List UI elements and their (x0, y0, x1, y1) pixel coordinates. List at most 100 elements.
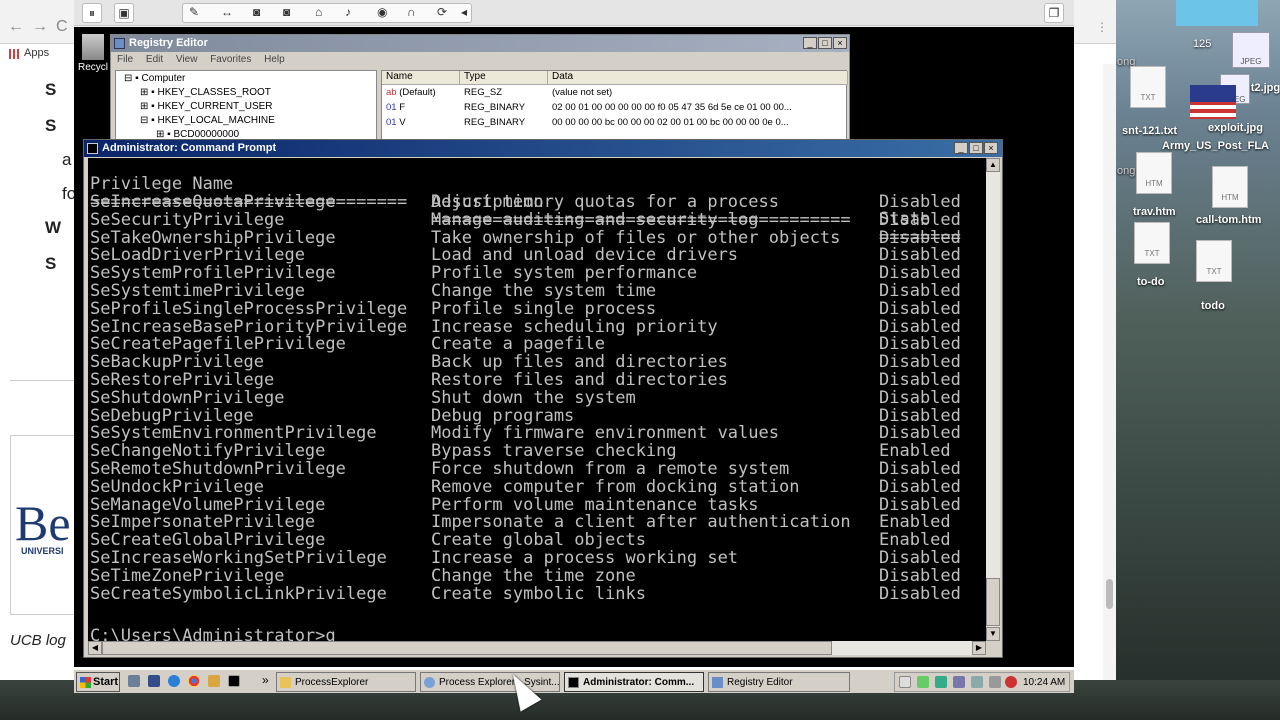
ie-icon[interactable] (168, 675, 180, 687)
task-command-prompt[interactable]: Administrator: Comm... (564, 672, 704, 692)
console-horizontal-scrollbar[interactable]: ◀ ▶ (88, 641, 986, 655)
tree-item-computer[interactable]: ⊟ ▪ Computer (124, 73, 185, 84)
menu-view[interactable]: View (176, 54, 198, 65)
value-name[interactable]: 01 F (386, 102, 405, 113)
cmd-titlebar[interactable]: Administrator: Command Prompt _ □ × (84, 140, 1002, 157)
registry-tree[interactable]: ⊟ ▪ Computer ⊞ ▪ HKEY_CLASSES_ROOT ⊞ ▪ H… (115, 70, 377, 142)
tree-item-hklm[interactable]: ⊟ ▪ HKEY_LOCAL_MACHINE (140, 115, 275, 126)
trav-htm-label[interactable]: trav.htm (1133, 206, 1176, 218)
explorer-icon[interactable] (208, 675, 220, 687)
task-label: Registry Editor (727, 677, 793, 688)
scroll-left-arrow-icon[interactable]: ◀ (88, 641, 102, 655)
desktop-folder-image[interactable] (1176, 0, 1258, 26)
scroll-down-arrow-icon[interactable]: ▼ (986, 627, 1000, 641)
column-name[interactable]: Name (382, 71, 460, 85)
maximize-button[interactable]: □ (818, 37, 832, 49)
exploit-jpg-label[interactable]: exploit.jpg (1208, 122, 1263, 134)
recycle-bin-desktop-icon[interactable]: Recycl (78, 30, 108, 90)
regedit-titlebar[interactable]: Registry Editor _ □ × (111, 35, 849, 52)
us-flag-image-icon[interactable] (1190, 85, 1236, 119)
chrome-icon[interactable] (188, 675, 200, 687)
tray-shield-icon[interactable] (917, 676, 929, 688)
snt-txt-label[interactable]: snt-121.txt (1122, 125, 1177, 137)
pause-icon[interactable]: ⏸ (82, 3, 102, 23)
network-icon[interactable]: ↔ (221, 5, 233, 19)
exploit2-jpeg-icon[interactable]: JPEG (1232, 32, 1270, 68)
trav-htm-file-icon[interactable]: HTM (1136, 152, 1172, 194)
snt-txt-file-icon[interactable]: TXT (1130, 66, 1166, 108)
army-flag-label[interactable]: Army_US_Post_FLA (1162, 140, 1269, 152)
task-process-explorer[interactable]: Process Explorer - Sysint... (420, 672, 560, 692)
lock-icon[interactable]: ⌂ (315, 5, 322, 19)
binary-value-icon: 01 (386, 117, 397, 128)
task-processexplorer-folder[interactable]: ProcessExplorer (276, 672, 416, 692)
vm-toolbar: ⏸ ▣ ✎ ↔ ◙ ◙ ⌂ ♪ ◉ ∩ ⟳ ◂ ❐ (74, 0, 1074, 26)
disk-icon[interactable]: ◙ (253, 5, 260, 19)
menu-help[interactable]: Help (264, 54, 285, 65)
value-name[interactable]: 01 V (386, 117, 406, 128)
to-do-txt-file-icon[interactable]: TXT (1134, 222, 1170, 264)
tree-item-hkcr[interactable]: ⊞ ▪ HKEY_CLASSES_ROOT (140, 87, 271, 98)
tray-keyboard-icon[interactable] (899, 676, 911, 688)
apps-bookmark[interactable]: Apps (24, 47, 49, 59)
server-manager-icon[interactable] (128, 675, 140, 687)
browser-scrollbar[interactable] (1103, 64, 1116, 680)
collapse-arrow-icon[interactable]: ◂ (461, 5, 467, 19)
wrench-icon[interactable]: ✎ (189, 5, 199, 19)
sync-icon[interactable]: ⟳ (437, 5, 447, 19)
tray-alert-icon[interactable] (1005, 676, 1017, 688)
tray-app-icon[interactable] (953, 676, 965, 688)
registry-values-list[interactable]: Name Type Data ab (Default) REG_SZ (valu… (381, 70, 848, 142)
tray-monitor-icon[interactable] (971, 676, 983, 688)
quicklaunch-chevron[interactable]: » (262, 673, 269, 687)
scroll-right-arrow-icon[interactable]: ▶ (972, 641, 986, 655)
camera-icon[interactable]: ◉ (377, 5, 387, 19)
tree-item-hkcu[interactable]: ⊞ ▪ HKEY_CURRENT_USER (140, 101, 273, 112)
close-button[interactable]: × (833, 37, 847, 49)
privilege-name: SeProfileSingleProcessPrivilege (90, 298, 408, 319)
value-name[interactable]: ab (Default) (386, 87, 436, 98)
back-arrow-icon[interactable]: ← (8, 18, 24, 36)
vscroll-thumb[interactable] (986, 578, 1000, 626)
call-tom-htm-file-icon[interactable]: HTM (1212, 166, 1248, 208)
headset-icon[interactable]: ∩ (407, 5, 416, 19)
reload-icon[interactable]: C (56, 18, 68, 36)
disk2-icon[interactable]: ◙ (283, 5, 290, 19)
registry-editor-window[interactable]: Registry Editor _ □ × File Edit View Fav… (110, 34, 850, 144)
console-prompt-line[interactable]: C:\Users\Administrator>q (90, 610, 336, 641)
todo-label[interactable]: todo (1201, 300, 1225, 312)
scrollbar-thumb[interactable] (1106, 579, 1113, 609)
forward-arrow-icon[interactable]: → (32, 18, 48, 36)
menu-edit[interactable]: Edit (146, 54, 163, 65)
hscroll-thumb[interactable] (102, 641, 832, 655)
scroll-up-arrow-icon[interactable]: ▲ (986, 158, 1000, 172)
task-registry-editor[interactable]: Registry Editor (708, 672, 850, 692)
to-do-label[interactable]: to-do (1137, 276, 1164, 288)
minimize-button[interactable]: _ (954, 142, 968, 154)
close-button[interactable]: × (984, 142, 998, 154)
windows-flag-icon (80, 677, 91, 688)
snapshot-icon[interactable]: ▣ (114, 3, 134, 23)
start-button[interactable]: Start (76, 672, 120, 692)
todo-txt-file-icon[interactable]: TXT (1196, 240, 1232, 282)
show-desktop-icon[interactable] (148, 675, 160, 687)
cmd-quicklaunch-icon[interactable] (228, 675, 240, 687)
privilege-description: Manage auditing and security log (431, 209, 759, 230)
menu-favorites[interactable]: Favorites (210, 54, 251, 65)
taskbar-clock[interactable]: 10:24 AM (1023, 677, 1065, 688)
call-tom-htm-label[interactable]: call-tom.htm (1196, 214, 1261, 226)
console-vertical-scrollbar[interactable]: ▲ ▼ (986, 158, 1000, 641)
page-bullet-1: S (45, 80, 57, 99)
minimize-button[interactable]: _ (803, 37, 817, 49)
speaker-icon[interactable]: ♪ (345, 5, 351, 19)
tray-network-icon[interactable] (935, 676, 947, 688)
console-output[interactable]: Privilege Name Description State =======… (88, 158, 986, 641)
maximize-button[interactable]: □ (969, 142, 983, 154)
fullscreen-icon[interactable]: ❐ (1044, 3, 1064, 23)
tray-volume-icon[interactable] (989, 676, 1001, 688)
browser-menu-icon[interactable]: ⋮ (1096, 20, 1108, 34)
column-type[interactable]: Type (460, 71, 548, 85)
column-data[interactable]: Data (548, 71, 848, 85)
menu-file[interactable]: File (117, 54, 133, 65)
command-prompt-window[interactable]: Administrator: Command Prompt _ □ × Priv… (83, 139, 1003, 658)
